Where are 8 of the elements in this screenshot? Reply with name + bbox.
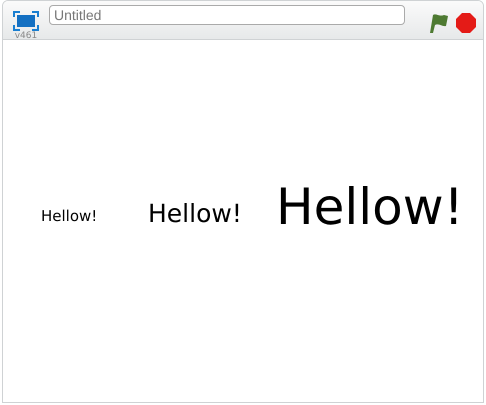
fullscreen-icon[interactable] [13,11,39,31]
sprite-text: Hellow! [276,180,464,235]
sprite-text: Hellow! [148,200,242,228]
title-field[interactable]: Untitled [49,5,405,25]
version-label: v461 [14,32,38,41]
stop-icon[interactable] [455,12,477,34]
flag-icon[interactable] [427,12,449,34]
sprite-text: Hellow! [41,208,98,224]
